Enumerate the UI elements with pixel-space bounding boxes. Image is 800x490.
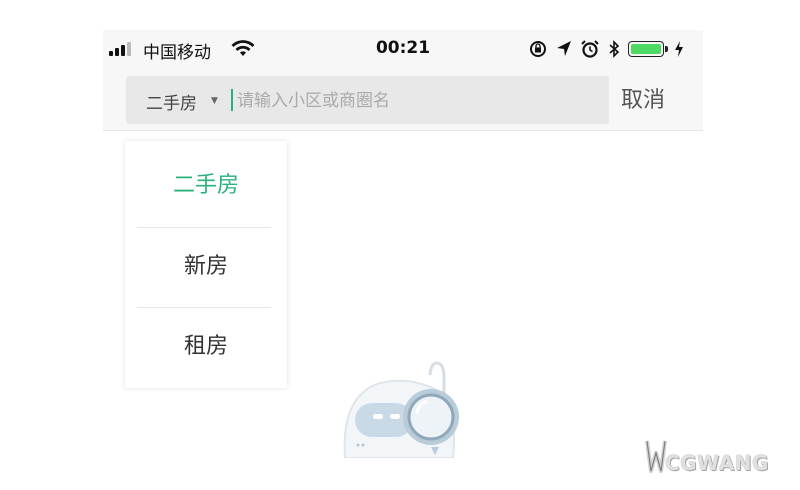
location-arrow-icon: [557, 41, 571, 56]
watermark-text: CGWANG: [665, 451, 769, 475]
battery-tip: [665, 46, 668, 52]
battery-level: [631, 44, 661, 54]
robot-mascot-illustration: [343, 361, 459, 458]
caret-down-icon[interactable]: ▼: [211, 96, 218, 106]
battery-icon: [628, 41, 664, 57]
status-icons: [528, 39, 703, 61]
rotation-lock-icon: [530, 41, 546, 57]
dropdown-item-new-home[interactable]: 新房: [137, 227, 275, 307]
search-type-dropdown: 二手房 新房 租房: [125, 141, 287, 388]
bluetooth-icon: [609, 40, 620, 58]
text-cursor: [231, 89, 233, 111]
dropdown-item-second-hand[interactable]: 二手房: [137, 146, 275, 226]
alarm-icon: [581, 40, 599, 58]
cancel-button[interactable]: 取消: [621, 82, 665, 114]
search-header: 二手房 ▼ 取消: [103, 68, 703, 131]
charging-icon: [675, 41, 683, 57]
content-area: 二手房 新房 租房: [103, 131, 703, 458]
search-input[interactable]: [235, 84, 599, 118]
search-box[interactable]: 二手房 ▼: [126, 76, 609, 124]
phone-screen: 中国移动 00:21 二手房 ▼ 请输入小区或商圈名 取消 二手房 新房 租房: [103, 30, 703, 458]
dropdown-item-rental[interactable]: 租房: [137, 307, 275, 387]
watermark-logo-icon: [645, 440, 667, 473]
status-bar: 中国移动 00:21: [103, 30, 703, 68]
watermark: CGWANG: [645, 435, 775, 480]
search-type-selector[interactable]: 二手房: [146, 89, 197, 114]
